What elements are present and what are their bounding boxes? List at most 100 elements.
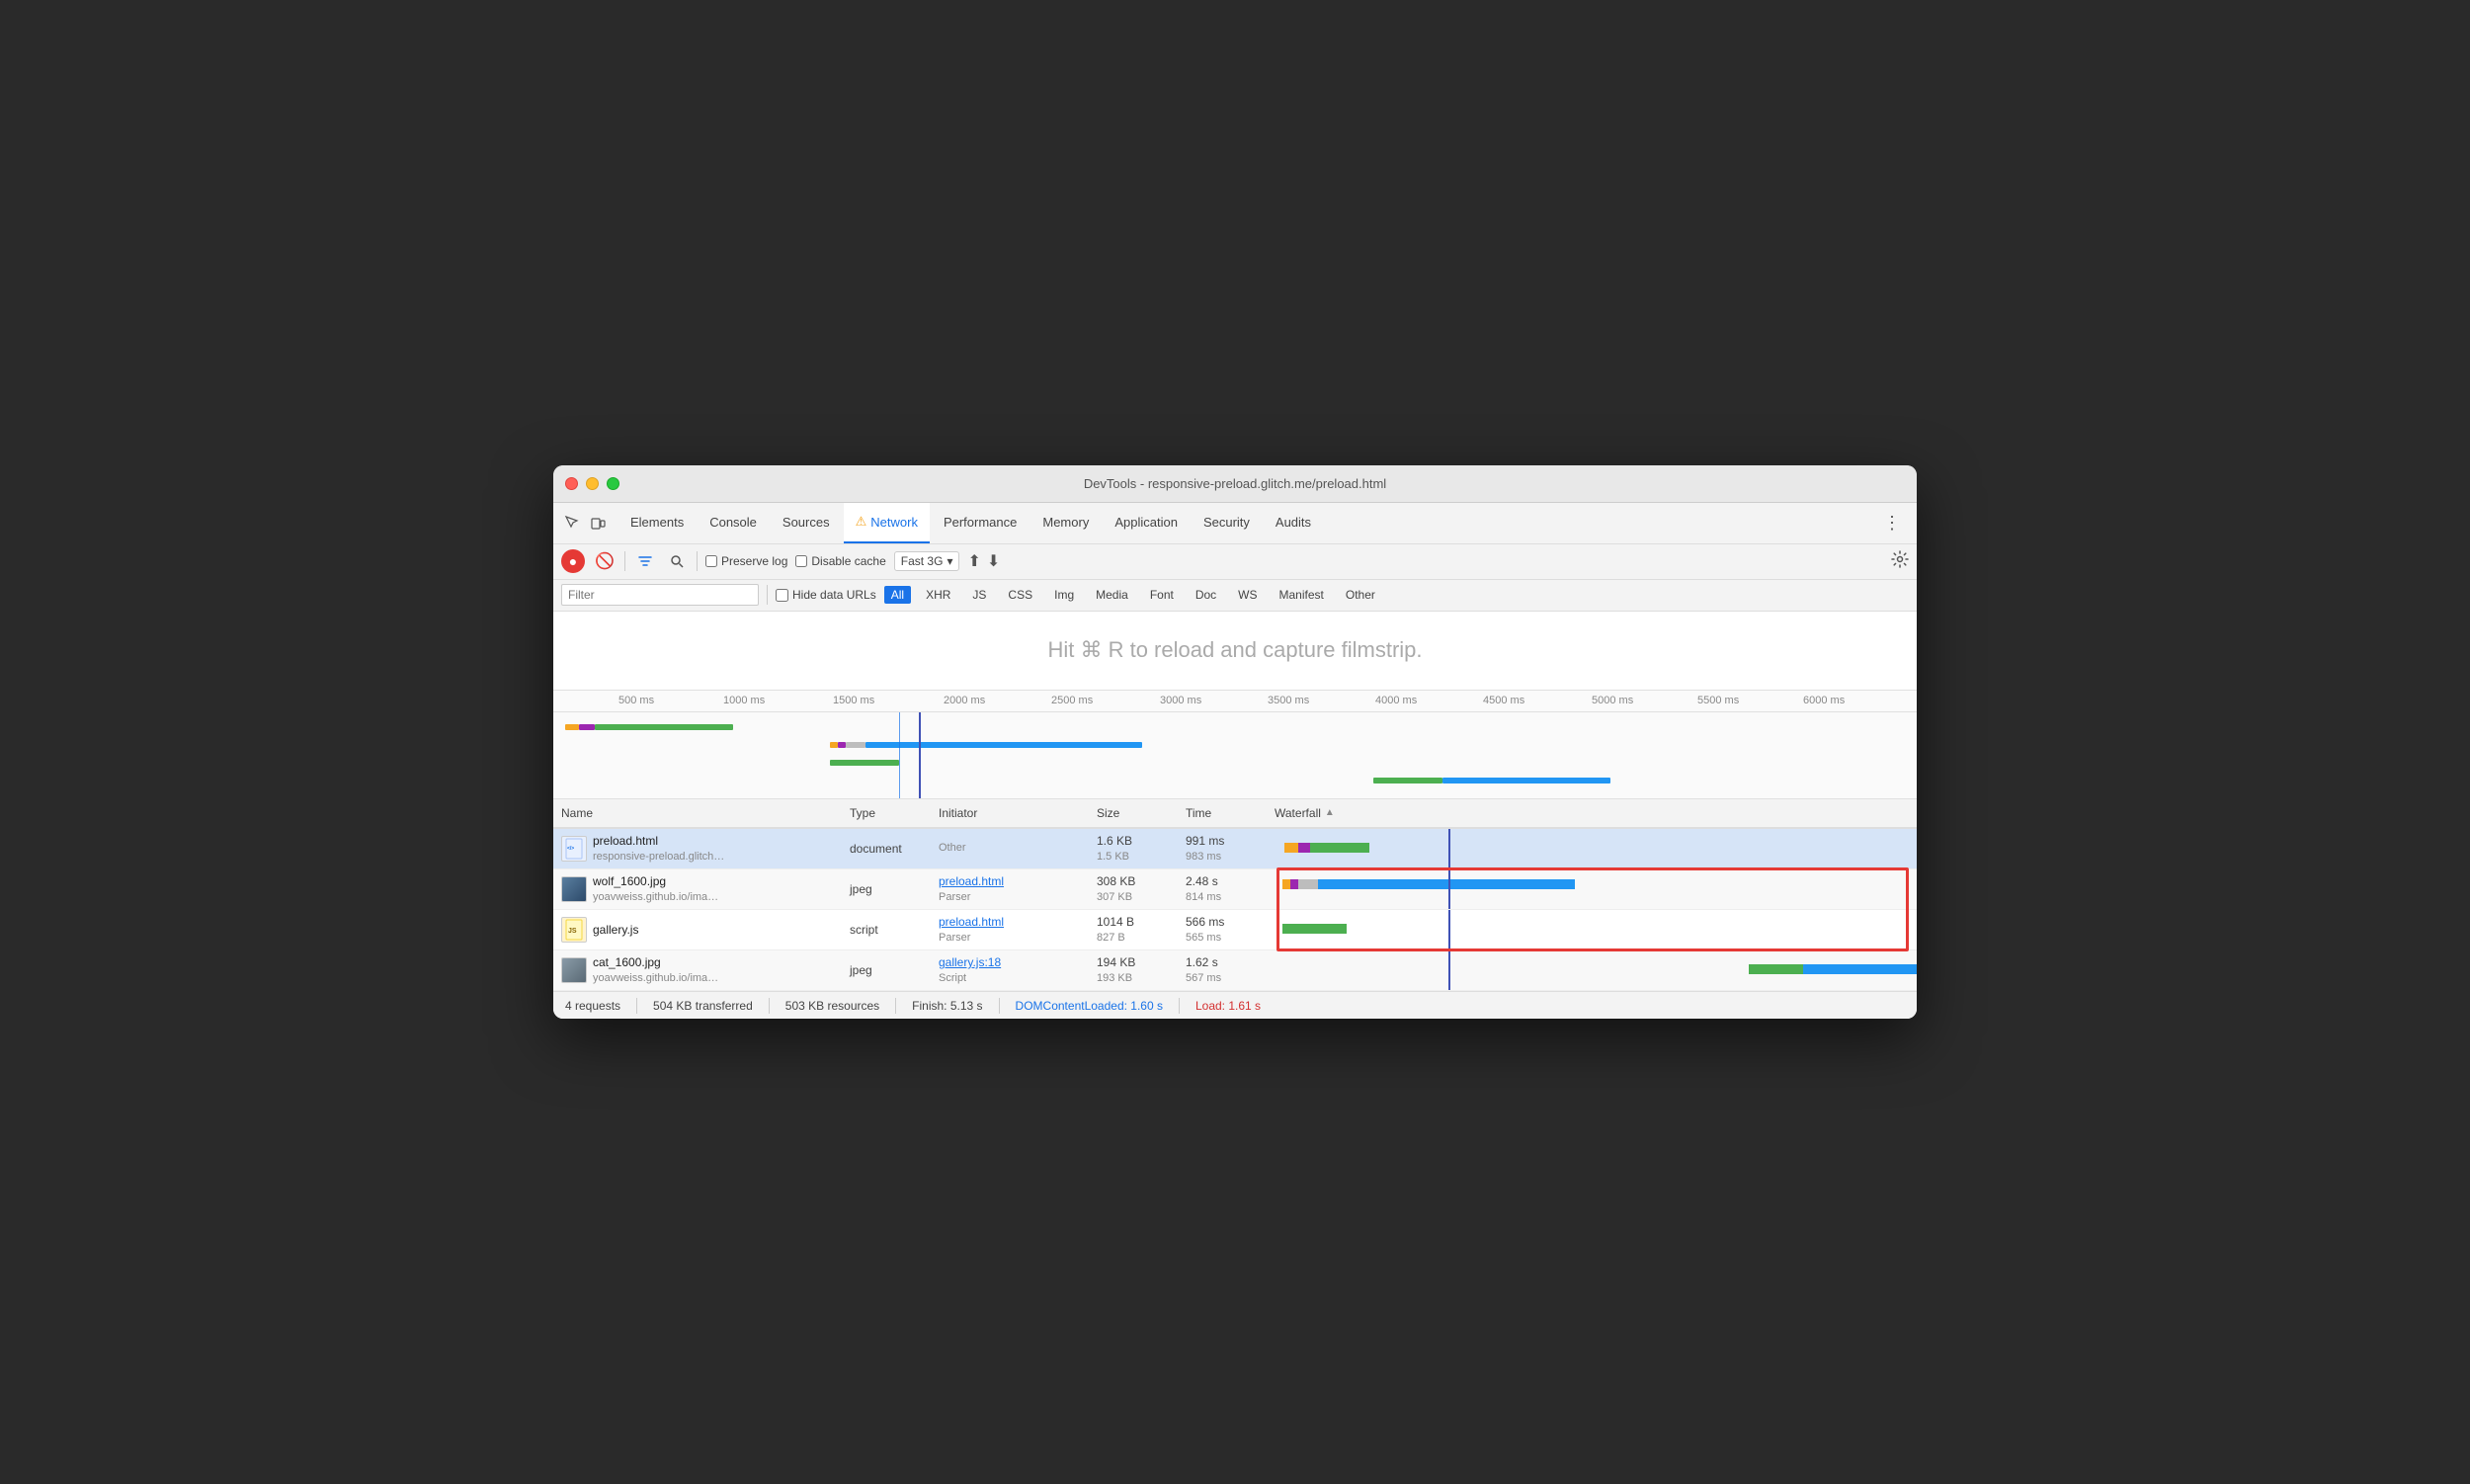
titlebar: DevTools - responsive-preload.glitch.me/… <box>553 465 1917 503</box>
tab-bar: Elements Console Sources ⚠ Network Perfo… <box>553 503 1917 544</box>
row1-name-details: preload.html responsive-preload.glitch… <box>593 833 724 865</box>
wf-row1-purple <box>579 724 595 730</box>
status-divider-3 <box>895 998 896 1014</box>
row2-size: 308 KB 307 KB <box>1097 869 1186 909</box>
filter-type-manifest[interactable]: Manifest <box>1273 586 1331 604</box>
close-button[interactable] <box>565 477 578 490</box>
preserve-log-checkbox[interactable]: Preserve log <box>705 554 787 568</box>
clear-button[interactable]: 🚫 <box>593 549 617 573</box>
filter-type-all[interactable]: All <box>884 586 911 604</box>
filmstrip-hint: Hit ⌘ R to reload and capture filmstrip. <box>1047 637 1422 663</box>
wf-row2-orange <box>830 742 838 748</box>
filter-type-css[interactable]: CSS <box>1001 586 1039 604</box>
network-table: Name Type Initiator Size Time Waterfall … <box>553 799 1917 992</box>
filter-type-img[interactable]: Img <box>1047 586 1081 604</box>
table-header: Name Type Initiator Size Time Waterfall … <box>553 799 1917 829</box>
col-header-size[interactable]: Size <box>1097 806 1186 820</box>
ruler-label-3000: 3000 ms <box>1160 695 1201 706</box>
row3-type: script <box>850 910 939 949</box>
wf-r1-marker <box>1448 829 1450 868</box>
settings-icon[interactable] <box>1891 550 1909 573</box>
tab-memory[interactable]: Memory <box>1030 502 1101 543</box>
wf-r1-green <box>1310 843 1369 853</box>
filmstrip-area: Hit ⌘ R to reload and capture filmstrip. <box>553 612 1917 691</box>
minimize-button[interactable] <box>586 477 599 490</box>
row2-waterfall <box>1275 869 1917 909</box>
tab-security[interactable]: Security <box>1192 502 1262 543</box>
ruler-label-2500: 2500 ms <box>1051 695 1093 706</box>
wf-row2-gray <box>846 742 865 748</box>
row3-filename: gallery.js <box>593 922 638 939</box>
download-icon[interactable]: ⬇ <box>987 551 1000 571</box>
row3-name-details: gallery.js <box>593 922 638 939</box>
table-row[interactable]: wolf_1600.jpg yoavweiss.github.io/ima… j… <box>553 869 1917 910</box>
wf-row3-green <box>830 760 899 766</box>
load-time: Load: 1.61 s <box>1195 999 1261 1013</box>
row2-filename: wolf_1600.jpg <box>593 873 718 890</box>
col-header-initiator[interactable]: Initiator <box>939 806 1097 820</box>
row2-type: jpeg <box>850 869 939 909</box>
filter-type-other[interactable]: Other <box>1339 586 1382 604</box>
tab-sources[interactable]: Sources <box>771 502 842 543</box>
row3-waterfall <box>1275 910 1917 949</box>
ruler-label-2000: 2000 ms <box>944 695 985 706</box>
filter-type-ws[interactable]: WS <box>1231 586 1264 604</box>
inspect-icon[interactable] <box>561 512 583 534</box>
chevron-down-icon: ▾ <box>947 554 952 568</box>
table-row[interactable]: JS gallery.js script preload.html Parser… <box>553 910 1917 950</box>
search-icon[interactable] <box>665 549 689 573</box>
toolbar-divider-1 <box>624 551 625 571</box>
wf-r2-blue <box>1318 879 1575 889</box>
requests-count: 4 requests <box>565 999 620 1013</box>
ruler-label-4000: 4000 ms <box>1375 695 1417 706</box>
tab-network[interactable]: ⚠ Network <box>844 502 930 543</box>
hide-data-urls-checkbox[interactable]: Hide data URLs <box>776 588 876 602</box>
row1-url: responsive-preload.glitch… <box>593 850 724 865</box>
network-warning-icon: ⚠ <box>856 514 867 530</box>
row1-waterfall <box>1275 829 1917 868</box>
status-bar: 4 requests 504 KB transferred 503 KB res… <box>553 991 1917 1019</box>
svg-text:JS: JS <box>568 928 577 935</box>
ruler-label-6000: 6000 ms <box>1803 695 1845 706</box>
wf-row2-purple <box>838 742 846 748</box>
filter-icon[interactable] <box>633 549 657 573</box>
disable-cache-checkbox[interactable]: Disable cache <box>795 554 885 568</box>
row2-time: 2.48 s 814 ms <box>1186 869 1275 909</box>
table-row[interactable]: </> preload.html responsive-preload.glit… <box>553 829 1917 869</box>
col-header-waterfall[interactable]: Waterfall ▲ <box>1275 806 1917 820</box>
wf-r2-purple <box>1290 879 1298 889</box>
col-header-type[interactable]: Type <box>850 806 939 820</box>
more-options-icon[interactable]: ⋮ <box>1875 513 1909 534</box>
filter-type-js[interactable]: JS <box>965 586 993 604</box>
wf-r4-blue <box>1803 964 1917 974</box>
filter-type-font[interactable]: Font <box>1143 586 1181 604</box>
upload-icon[interactable]: ⬆ <box>967 551 980 571</box>
filter-type-xhr[interactable]: XHR <box>919 586 957 604</box>
record-button[interactable]: ● <box>561 549 585 573</box>
ruler-label-5000: 5000 ms <box>1592 695 1633 706</box>
tab-performance[interactable]: Performance <box>932 502 1029 543</box>
filter-type-media[interactable]: Media <box>1089 586 1135 604</box>
wf-r1-orange <box>1284 843 1298 853</box>
window-title: DevTools - responsive-preload.glitch.me/… <box>1084 476 1386 491</box>
row2-name-cell: wolf_1600.jpg yoavweiss.github.io/ima… <box>553 869 850 909</box>
filter-type-doc[interactable]: Doc <box>1189 586 1223 604</box>
tab-bar-right: ⋮ <box>1875 513 1909 534</box>
ruler-label-500: 500 ms <box>618 695 654 706</box>
wf-r3-marker <box>1448 910 1450 949</box>
tab-console[interactable]: Console <box>698 502 769 543</box>
col-header-name[interactable]: Name <box>553 806 850 820</box>
filter-input[interactable] <box>561 584 759 606</box>
filter-divider-1 <box>767 585 768 605</box>
throttle-selector[interactable]: Fast 3G ▾ <box>894 551 960 571</box>
tab-audits[interactable]: Audits <box>1264 502 1323 543</box>
row3-name-cell: JS gallery.js <box>553 910 850 949</box>
finish-time: Finish: 5.13 s <box>912 999 982 1013</box>
device-icon[interactable] <box>587 512 609 534</box>
col-header-time[interactable]: Time <box>1186 806 1275 820</box>
table-row[interactable]: cat_1600.jpg yoavweiss.github.io/ima… jp… <box>553 950 1917 991</box>
svg-text:</>: </> <box>567 846 574 852</box>
tab-elements[interactable]: Elements <box>618 502 696 543</box>
maximize-button[interactable] <box>607 477 619 490</box>
tab-application[interactable]: Application <box>1103 502 1190 543</box>
